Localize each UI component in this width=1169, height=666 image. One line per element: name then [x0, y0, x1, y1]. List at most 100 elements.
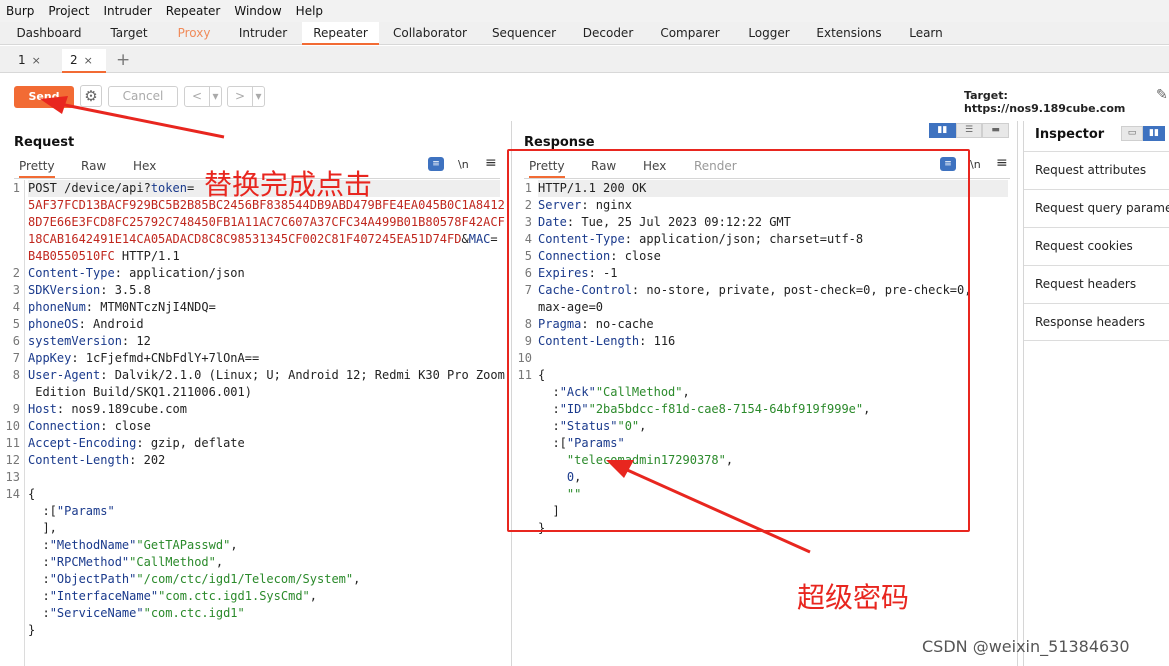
code-line[interactable]: phoneNum: MTM0NTczNjI4NDQ= [28, 299, 500, 316]
tab-comparer[interactable]: Comparer [655, 22, 725, 45]
code-line[interactable]: Edition Build/SKQ1.211006.001) [28, 384, 500, 401]
code-line[interactable]: Accept-Encoding: gzip, deflate [28, 435, 500, 452]
code-text: } [28, 623, 36, 637]
watermark: CSDN @weixin_51384630 [922, 637, 1130, 656]
main-tab-bar: Dashboard Target Proxy Intruder Repeater… [0, 22, 1169, 45]
request-editor[interactable]: 1 2 3 4 5 6 7 8 9 10 11 12 13 14 POST /device/api?tok… [0, 180, 510, 666]
menu-burp[interactable]: Burp [6, 4, 34, 18]
inspector-layout-icon-active[interactable]: ▮▮ [1143, 126, 1165, 141]
code-text: & [461, 232, 469, 246]
code-line[interactable]: phoneOS: Android [28, 316, 500, 333]
single-pane-icon[interactable]: ▬ [982, 123, 1010, 138]
code-text: : 202 [129, 453, 166, 467]
tab-repeater[interactable]: Repeater [302, 22, 379, 45]
header-key: SDKVersion [28, 283, 101, 297]
code-line[interactable]: ], [28, 520, 500, 537]
newline-toggle[interactable]: \n [458, 158, 469, 171]
code-line[interactable]: { [28, 486, 500, 503]
inspector-layout-icon[interactable]: ▭ [1121, 126, 1143, 141]
code-line[interactable]: :"MethodName""GetTAPasswd", [28, 537, 500, 554]
response-title: Response [524, 135, 595, 150]
code-line[interactable]: :"ServiceName""com.ctc.igd1" [28, 605, 500, 622]
tab-learn[interactable]: Learn [903, 22, 949, 45]
tab-extensions[interactable]: Extensions [811, 22, 887, 45]
inspector-request-query-parameters[interactable]: Request query parameters [1024, 189, 1169, 227]
close-icon[interactable]: × [84, 54, 93, 67]
inspector-request-attributes[interactable]: Request attributes [1024, 151, 1169, 189]
json-string: "CallMethod" [129, 555, 216, 569]
code-line[interactable]: :"InterfaceName""com.ctc.igd1.SysCmd", [28, 588, 500, 605]
menu-repeater[interactable]: Repeater [166, 4, 221, 18]
code-line[interactable]: Content-Type: application/json [28, 265, 500, 282]
menu-icon[interactable]: ≡ [485, 155, 497, 171]
stacked-icon[interactable]: ☰ [955, 123, 983, 138]
code-line[interactable]: Content-Length: 202 [28, 452, 500, 469]
menu-intruder[interactable]: Intruder [103, 4, 151, 18]
tab-dashboard[interactable]: Dashboard [10, 22, 88, 45]
inspector-layout-toggle[interactable]: ▭ ▮▮ [1121, 126, 1165, 141]
repeater-tab-2[interactable]: 2 × [62, 49, 106, 73]
wrap-lines-icon[interactable]: ≡ [428, 157, 444, 171]
line-number: 12 [5, 453, 20, 467]
code-line[interactable]: :["Params" [28, 503, 500, 520]
menu-window[interactable]: Window [234, 4, 281, 18]
request-tab-pretty[interactable]: Pretty [19, 159, 55, 178]
code-text: Edition Build/SKQ1.211006.001) [28, 385, 252, 399]
code-line[interactable]: systemVersion: 12 [28, 333, 500, 350]
menu-project[interactable]: Project [48, 4, 89, 18]
menubar: Burp Project Intruder Repeater Window He… [0, 0, 1169, 22]
tab-collaborator[interactable]: Collaborator [389, 22, 471, 45]
json-string: "GetTAPasswd" [136, 538, 231, 552]
code-line[interactable]: 8D7E66E3FCD8FC25792C748450FB1A11AC7C607A… [28, 214, 505, 231]
tab-sequencer[interactable]: Sequencer [487, 22, 561, 45]
tab-logger[interactable]: Logger [741, 22, 797, 45]
inspector-request-cookies[interactable]: Request cookies [1024, 227, 1169, 265]
inspector-response-headers[interactable]: Response headers [1024, 303, 1169, 341]
code-line[interactable]: SDKVersion: 3.5.8 [28, 282, 500, 299]
history-forward-button[interactable]: > ▾ [227, 86, 265, 107]
add-tab-icon[interactable]: + [116, 50, 130, 70]
tab-decoder[interactable]: Decoder [577, 22, 639, 45]
code-line[interactable]: B4B0550510FC HTTP/1.1 [28, 248, 500, 265]
code-text: : MTM0NTczNjI4NDQ= [85, 300, 216, 314]
code-line[interactable]: :"ObjectPath""/com/ctc/igd1/Telecom/Syst… [28, 571, 500, 588]
chevron-left-icon: < [191, 89, 203, 103]
close-icon[interactable]: × [32, 54, 41, 67]
layout-toggle[interactable]: ▮▮ ☰ ▬ [929, 123, 1010, 138]
code-line[interactable] [28, 469, 500, 486]
code-line[interactable]: AppKey: 1cFjefmd+CNbFdlY+7lOnA== [28, 350, 500, 367]
cancel-button[interactable]: Cancel [108, 86, 178, 107]
menu-icon[interactable]: ≡ [996, 155, 1008, 171]
send-button[interactable]: Send [14, 86, 74, 108]
line-number [0, 554, 20, 571]
request-tab-raw[interactable]: Raw [81, 159, 106, 173]
inspector-request-headers[interactable]: Request headers [1024, 265, 1169, 303]
history-back-button[interactable]: < ▾ [184, 86, 222, 107]
side-by-side-icon[interactable]: ▮▮ [929, 123, 956, 138]
code-text: : 12 [121, 334, 151, 348]
line-number: 11 [5, 436, 20, 450]
tab-intruder[interactable]: Intruder [232, 22, 294, 45]
request-body[interactable]: POST /device/api?token= 5AF37FCD13BACF929… [28, 180, 505, 639]
menu-help[interactable]: Help [296, 4, 323, 18]
code-line[interactable]: } [28, 622, 500, 639]
code-line[interactable]: 18CAB1642491E14CA05ADACD8C8C98531345CF00… [28, 231, 500, 248]
code-line[interactable]: User-Agent: Dalvik/2.1.0 (Linux; U; Andr… [28, 367, 505, 384]
code-text: , [215, 555, 224, 569]
pencil-icon[interactable]: ✎ [1156, 87, 1168, 103]
repeater-tab-1[interactable]: 1 × [10, 49, 52, 73]
tab-proxy[interactable]: Proxy [170, 22, 218, 45]
request-tab-hex[interactable]: Hex [133, 159, 156, 173]
target-label[interactable]: Target: https://nos9.189cube.com [964, 89, 1169, 115]
annotation-super-password: 超级密码 [797, 581, 910, 614]
code-line[interactable]: Host: nos9.189cube.com [28, 401, 500, 418]
request-title: Request [14, 135, 75, 150]
pane-divider[interactable] [1017, 121, 1018, 666]
chevron-right-icon: > [234, 89, 246, 103]
gear-icon[interactable]: ⚙ [80, 85, 102, 107]
newline-toggle[interactable]: \n [970, 158, 981, 171]
code-line[interactable]: :"RPCMethod""CallMethod", [28, 554, 500, 571]
code-line[interactable]: Connection: close [28, 418, 500, 435]
tab-target[interactable]: Target [102, 22, 156, 45]
